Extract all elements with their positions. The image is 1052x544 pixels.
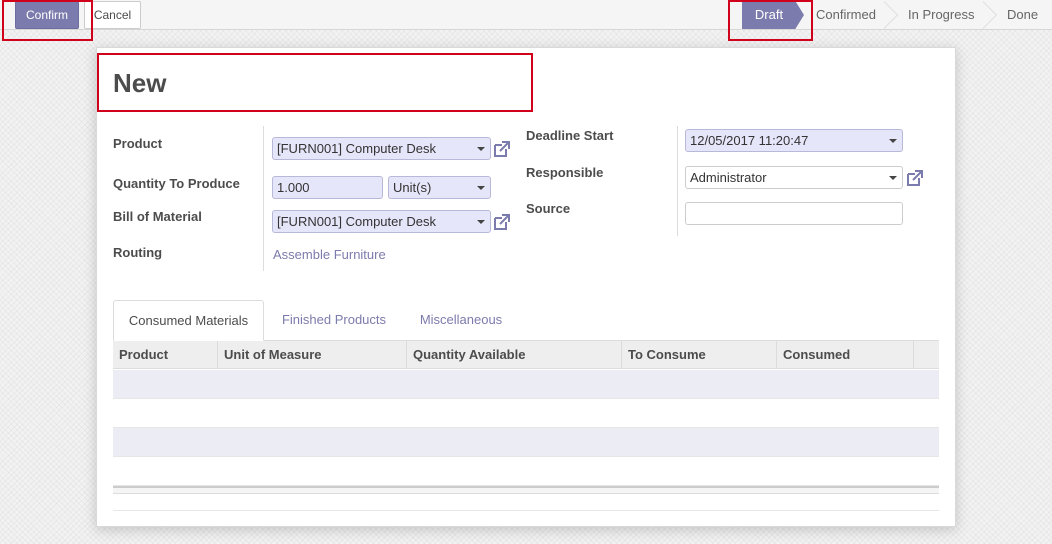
stage-confirmed[interactable]: Confirmed bbox=[816, 1, 876, 29]
deadline-field[interactable]: 12/05/2017 11:20:47 bbox=[685, 129, 903, 152]
responsible-value: Administrator bbox=[690, 170, 767, 185]
stage-separator bbox=[884, 1, 898, 29]
quantity-label: Quantity To Produce bbox=[113, 176, 240, 191]
chevron-down-icon[interactable] bbox=[889, 139, 897, 143]
tab-miscellaneous[interactable]: Miscellaneous bbox=[403, 300, 519, 341]
table-row bbox=[113, 399, 939, 428]
external-link-icon[interactable] bbox=[905, 168, 925, 188]
column-header-to-consume[interactable]: To Consume bbox=[622, 341, 777, 369]
confirm-button[interactable]: Confirm bbox=[15, 1, 79, 29]
external-link-icon[interactable] bbox=[492, 212, 512, 232]
table-row bbox=[113, 457, 939, 486]
cancel-button[interactable]: Cancel bbox=[84, 1, 141, 29]
page-title: New bbox=[113, 68, 167, 98]
tab-finished-products[interactable]: Finished Products bbox=[269, 300, 399, 341]
table-header: Product Unit of Measure Quantity Availab… bbox=[113, 341, 939, 369]
routing-link[interactable]: Assemble Furniture bbox=[273, 247, 386, 262]
stage-in-progress[interactable]: In Progress bbox=[908, 1, 975, 29]
chevron-down-icon[interactable] bbox=[477, 186, 485, 190]
divider bbox=[113, 510, 939, 511]
chevron-down-icon[interactable] bbox=[889, 176, 897, 180]
quantity-value: 1.000 bbox=[277, 180, 310, 195]
product-value: [FURN001] Computer Desk bbox=[277, 141, 436, 156]
chevron-down-icon[interactable] bbox=[477, 220, 485, 224]
form-sheet: New Product Quantity To Produce Bill of … bbox=[96, 47, 956, 527]
product-field[interactable]: [FURN001] Computer Desk bbox=[272, 137, 491, 160]
tab-consumed-materials[interactable]: Consumed Materials bbox=[113, 300, 264, 341]
uom-select[interactable]: Unit(s) bbox=[388, 176, 491, 199]
bom-field[interactable]: [FURN001] Computer Desk bbox=[272, 210, 491, 233]
table-row bbox=[113, 428, 939, 457]
group-divider bbox=[677, 126, 678, 236]
responsible-label: Responsible bbox=[526, 165, 604, 180]
table-row bbox=[113, 370, 939, 399]
quantity-field[interactable]: 1.000 bbox=[272, 176, 383, 199]
table-footer bbox=[113, 486, 939, 494]
column-header-product[interactable]: Product bbox=[113, 341, 218, 369]
deadline-label: Deadline Start bbox=[526, 128, 614, 143]
source-label: Source bbox=[526, 201, 571, 216]
routing-label: Routing bbox=[113, 245, 163, 260]
column-header-qty-available[interactable]: Quantity Available bbox=[407, 341, 622, 369]
chevron-down-icon[interactable] bbox=[477, 147, 485, 151]
bom-label: Bill of Material bbox=[113, 209, 202, 224]
stage-done[interactable]: Done bbox=[1007, 1, 1039, 29]
bom-value: [FURN001] Computer Desk bbox=[277, 214, 436, 229]
stage-draft[interactable]: Draft bbox=[742, 1, 804, 29]
column-header-uom[interactable]: Unit of Measure bbox=[218, 341, 407, 369]
stage-separator bbox=[983, 1, 997, 29]
group-divider bbox=[263, 126, 264, 271]
product-label: Product bbox=[113, 136, 163, 151]
column-header-consumed[interactable]: Consumed bbox=[777, 341, 914, 369]
responsible-field[interactable]: Administrator bbox=[685, 166, 903, 189]
external-link-icon[interactable] bbox=[492, 139, 512, 159]
source-input[interactable] bbox=[685, 202, 903, 225]
deadline-value: 12/05/2017 11:20:47 bbox=[690, 133, 809, 148]
uom-value: Unit(s) bbox=[393, 180, 432, 195]
